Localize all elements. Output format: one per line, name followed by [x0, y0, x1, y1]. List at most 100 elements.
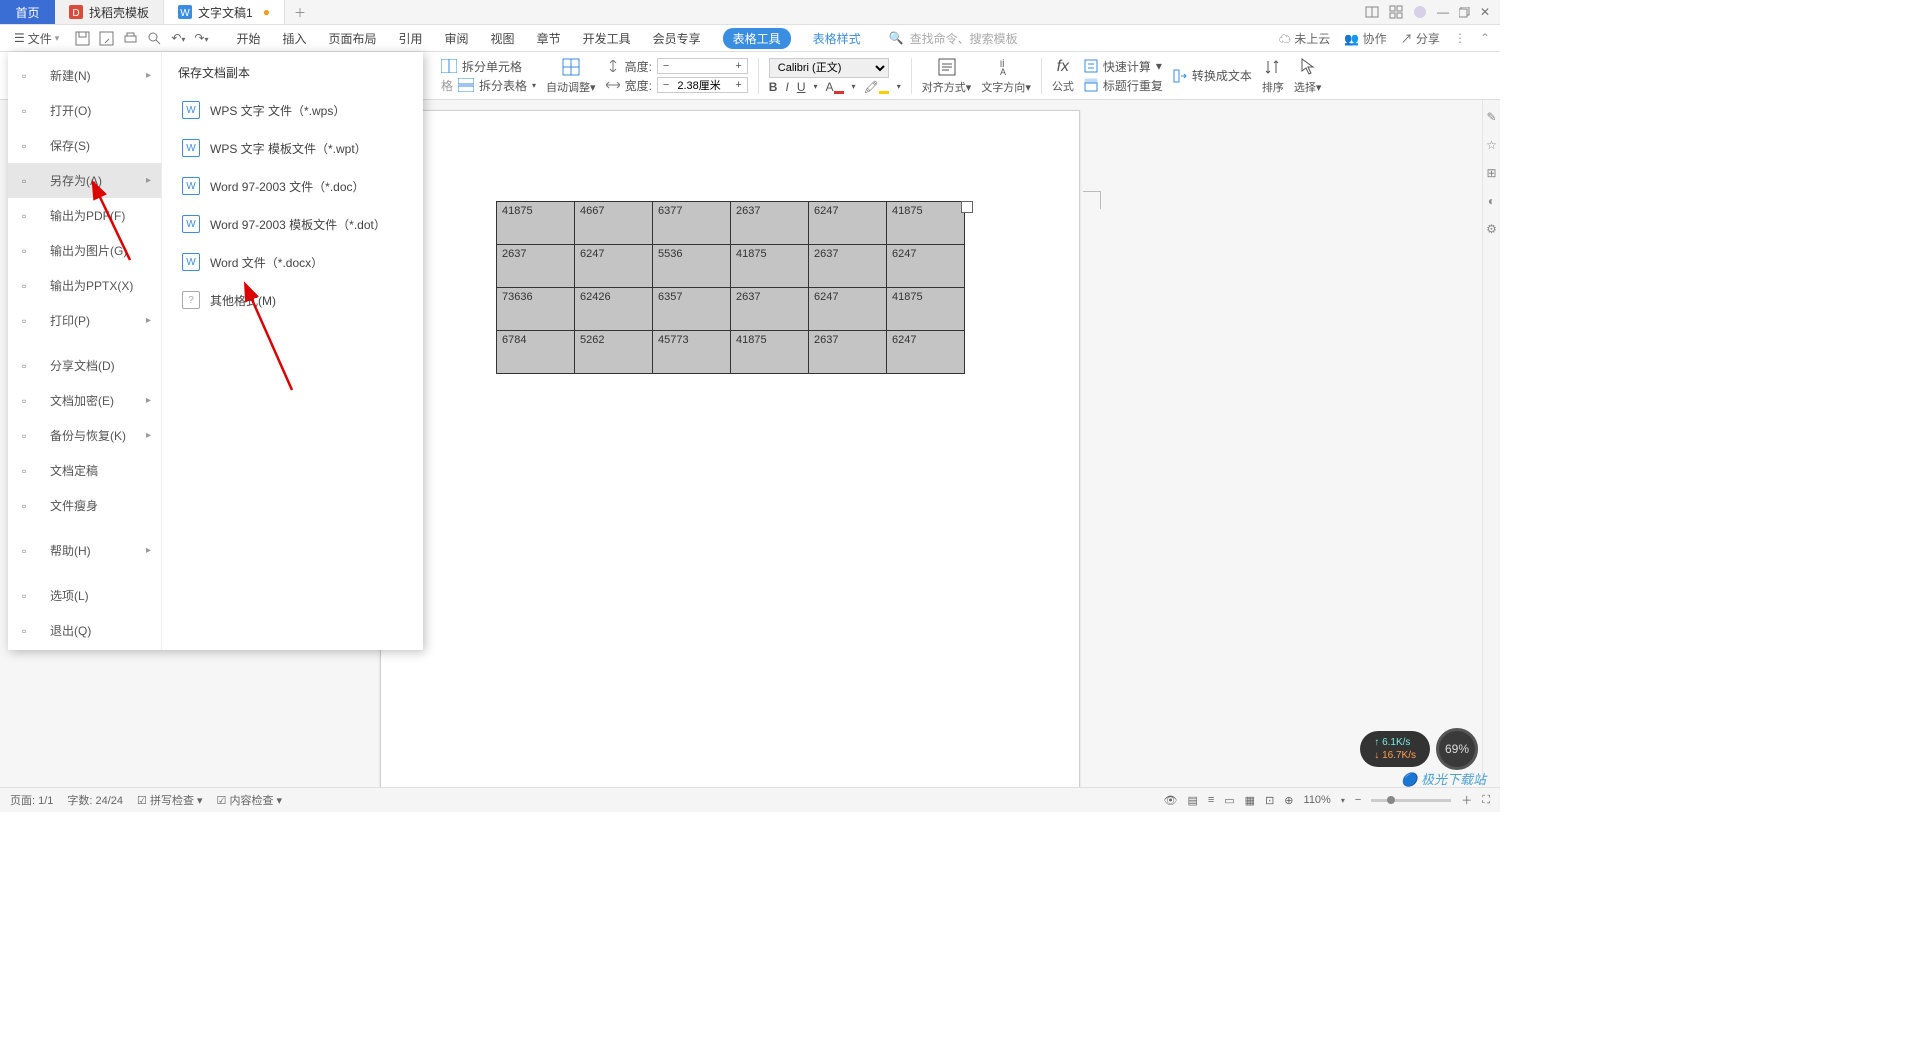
undo-icon[interactable]: ↶▾: [171, 31, 185, 45]
table-cell[interactable]: 2637: [809, 245, 887, 288]
saveas-format-option[interactable]: WWord 97-2003 文件（*.doc）: [178, 167, 407, 205]
table-cell[interactable]: 2637: [497, 245, 575, 288]
maximize-icon[interactable]: [1459, 7, 1470, 18]
file-menu-img[interactable]: ▫输出为图片(G): [8, 233, 161, 268]
saveas-icon[interactable]: [99, 31, 114, 46]
view-page-icon[interactable]: ▤: [1187, 794, 1197, 807]
table-cell[interactable]: 45773: [653, 331, 731, 374]
formula-button[interactable]: fx公式: [1052, 58, 1074, 94]
sidebar-icon[interactable]: ◐: [1488, 194, 1495, 208]
zoom-value[interactable]: 110%: [1304, 794, 1331, 806]
view-outline-icon[interactable]: ≡: [1208, 794, 1214, 806]
tab-review[interactable]: 审阅: [445, 30, 469, 47]
table-cell[interactable]: 2637: [731, 288, 809, 331]
tab-layout[interactable]: 页面布局: [329, 30, 377, 47]
table-cell[interactable]: 6247: [575, 245, 653, 288]
autofit-button[interactable]: 自动调整▾: [546, 57, 596, 95]
view-read-icon[interactable]: ▦: [1245, 794, 1255, 807]
file-menu-final[interactable]: ▫文档定稿: [8, 453, 161, 488]
tab-member[interactable]: 会员专享: [653, 30, 701, 47]
print-icon[interactable]: [123, 31, 138, 46]
table-cell[interactable]: 41875: [887, 288, 965, 331]
table-cell[interactable]: 73636: [497, 288, 575, 331]
tab-table-style[interactable]: 表格样式: [813, 30, 861, 47]
bold-button[interactable]: B: [769, 80, 778, 94]
file-menu-new[interactable]: ▫新建(N)▸: [8, 58, 161, 93]
sidebar-icon[interactable]: ✎: [1486, 110, 1496, 124]
layout-icon[interactable]: [1365, 5, 1379, 19]
saveas-format-option[interactable]: WWord 文件（*.docx）: [178, 243, 407, 281]
table-cell[interactable]: 62426: [575, 288, 653, 331]
redo-icon[interactable]: ↷▾: [194, 31, 208, 45]
sidebar-icon[interactable]: ☆: [1486, 138, 1497, 152]
table-cell[interactable]: 5536: [653, 245, 731, 288]
eye-icon[interactable]: 👁: [1163, 794, 1177, 807]
file-menu-options[interactable]: ▫选项(L): [8, 578, 161, 613]
table-cell[interactable]: 6247: [809, 288, 887, 331]
table-cell[interactable]: 6247: [809, 202, 887, 245]
width-spinner[interactable]: −+: [657, 77, 748, 93]
tab-home[interactable]: 首页: [0, 0, 55, 24]
table-cell[interactable]: 2637: [731, 202, 809, 245]
saveas-format-option[interactable]: WWord 97-2003 模板文件（*.dot）: [178, 205, 407, 243]
tab-table-tools[interactable]: 表格工具: [723, 28, 791, 49]
file-menu-help[interactable]: ▫帮助(H)▸: [8, 533, 161, 568]
quickcalc-button[interactable]: 快速计算▾: [1084, 58, 1162, 75]
grid-icon[interactable]: [1389, 5, 1403, 19]
file-menu-saveas[interactable]: ▫另存为(A)▸: [8, 163, 161, 198]
table-cell[interactable]: 4667: [575, 202, 653, 245]
zoom-out[interactable]: −: [1355, 794, 1361, 806]
saveas-format-option[interactable]: ?其他格式(M): [178, 281, 407, 319]
sidebar-icon[interactable]: ⚙: [1486, 222, 1497, 236]
split-cell-button[interactable]: 拆分单元格: [441, 58, 522, 75]
table-cell[interactable]: 6357: [653, 288, 731, 331]
zoom-slider[interactable]: [1371, 799, 1451, 802]
table-cell[interactable]: 41875: [887, 202, 965, 245]
file-menu-slim[interactable]: ▫文件瘦身: [8, 488, 161, 523]
view-web-icon[interactable]: ▭: [1224, 794, 1234, 807]
sort-button[interactable]: 排序: [1262, 57, 1284, 95]
text-direction-button[interactable]: lİA文字方向▾: [981, 57, 1031, 95]
close-icon[interactable]: ✕: [1480, 5, 1490, 19]
fullscreen-icon[interactable]: ⛶: [1482, 794, 1490, 807]
file-menu-print[interactable]: ▫打印(P)▸: [8, 303, 161, 338]
fit-icon[interactable]: ⊡: [1265, 794, 1274, 807]
collapse-ribbon-icon[interactable]: ⌃: [1480, 31, 1490, 45]
file-menu-save[interactable]: ▫保存(S): [8, 128, 161, 163]
command-search[interactable]: 🔍 查找命令、搜索模板: [889, 30, 1018, 47]
saveas-format-option[interactable]: WWPS 文字 文件（*.wps）: [178, 91, 407, 129]
tab-insert[interactable]: 插入: [282, 30, 306, 47]
zoom-icon[interactable]: ⊕: [1284, 794, 1293, 807]
tab-view[interactable]: 视图: [491, 30, 515, 47]
italic-button[interactable]: I: [785, 80, 788, 94]
tab-devtools[interactable]: 开发工具: [583, 30, 631, 47]
file-menu-pdf[interactable]: ▫输出为PDF(F): [8, 198, 161, 233]
table-cell[interactable]: 41875: [497, 202, 575, 245]
table-cell[interactable]: 41875: [731, 245, 809, 288]
file-menu-encrypt[interactable]: ▫文档加密(E)▸: [8, 383, 161, 418]
font-color-button[interactable]: A: [826, 80, 844, 94]
font-select[interactable]: Calibri (正文): [769, 58, 889, 78]
sidebar-icon[interactable]: ⊞: [1486, 166, 1496, 180]
tab-references[interactable]: 引用: [399, 30, 423, 47]
highlight-button[interactable]: 🖍: [864, 80, 889, 94]
file-menu-backup[interactable]: ▫备份与恢复(K)▸: [8, 418, 161, 453]
zoom-in[interactable]: ＋: [1461, 792, 1472, 808]
table-cell[interactable]: 6377: [653, 202, 731, 245]
to-text-button[interactable]: 转换成文本: [1173, 67, 1252, 84]
table-cell[interactable]: 6247: [887, 331, 965, 374]
table-cell[interactable]: 5262: [575, 331, 653, 374]
repeat-header-button[interactable]: 标题行重复: [1084, 77, 1163, 94]
underline-button[interactable]: U: [797, 80, 806, 94]
preview-icon[interactable]: [147, 31, 162, 46]
file-menu-exit[interactable]: ▫退出(Q): [8, 613, 161, 648]
table-cell[interactable]: 2637: [809, 331, 887, 374]
skin-icon[interactable]: [1413, 5, 1427, 19]
table-cell[interactable]: 6247: [887, 245, 965, 288]
more-icon[interactable]: ⋮: [1454, 31, 1466, 45]
tab-start[interactable]: 开始: [236, 30, 260, 47]
share-button[interactable]: ↗ 分享: [1401, 30, 1440, 47]
collab-button[interactable]: 👥 协作: [1344, 30, 1386, 47]
spellcheck-toggle[interactable]: ☑ 拼写检查 ▾: [137, 792, 203, 808]
cloud-status[interactable]: ☁ 未上云: [1279, 30, 1330, 47]
